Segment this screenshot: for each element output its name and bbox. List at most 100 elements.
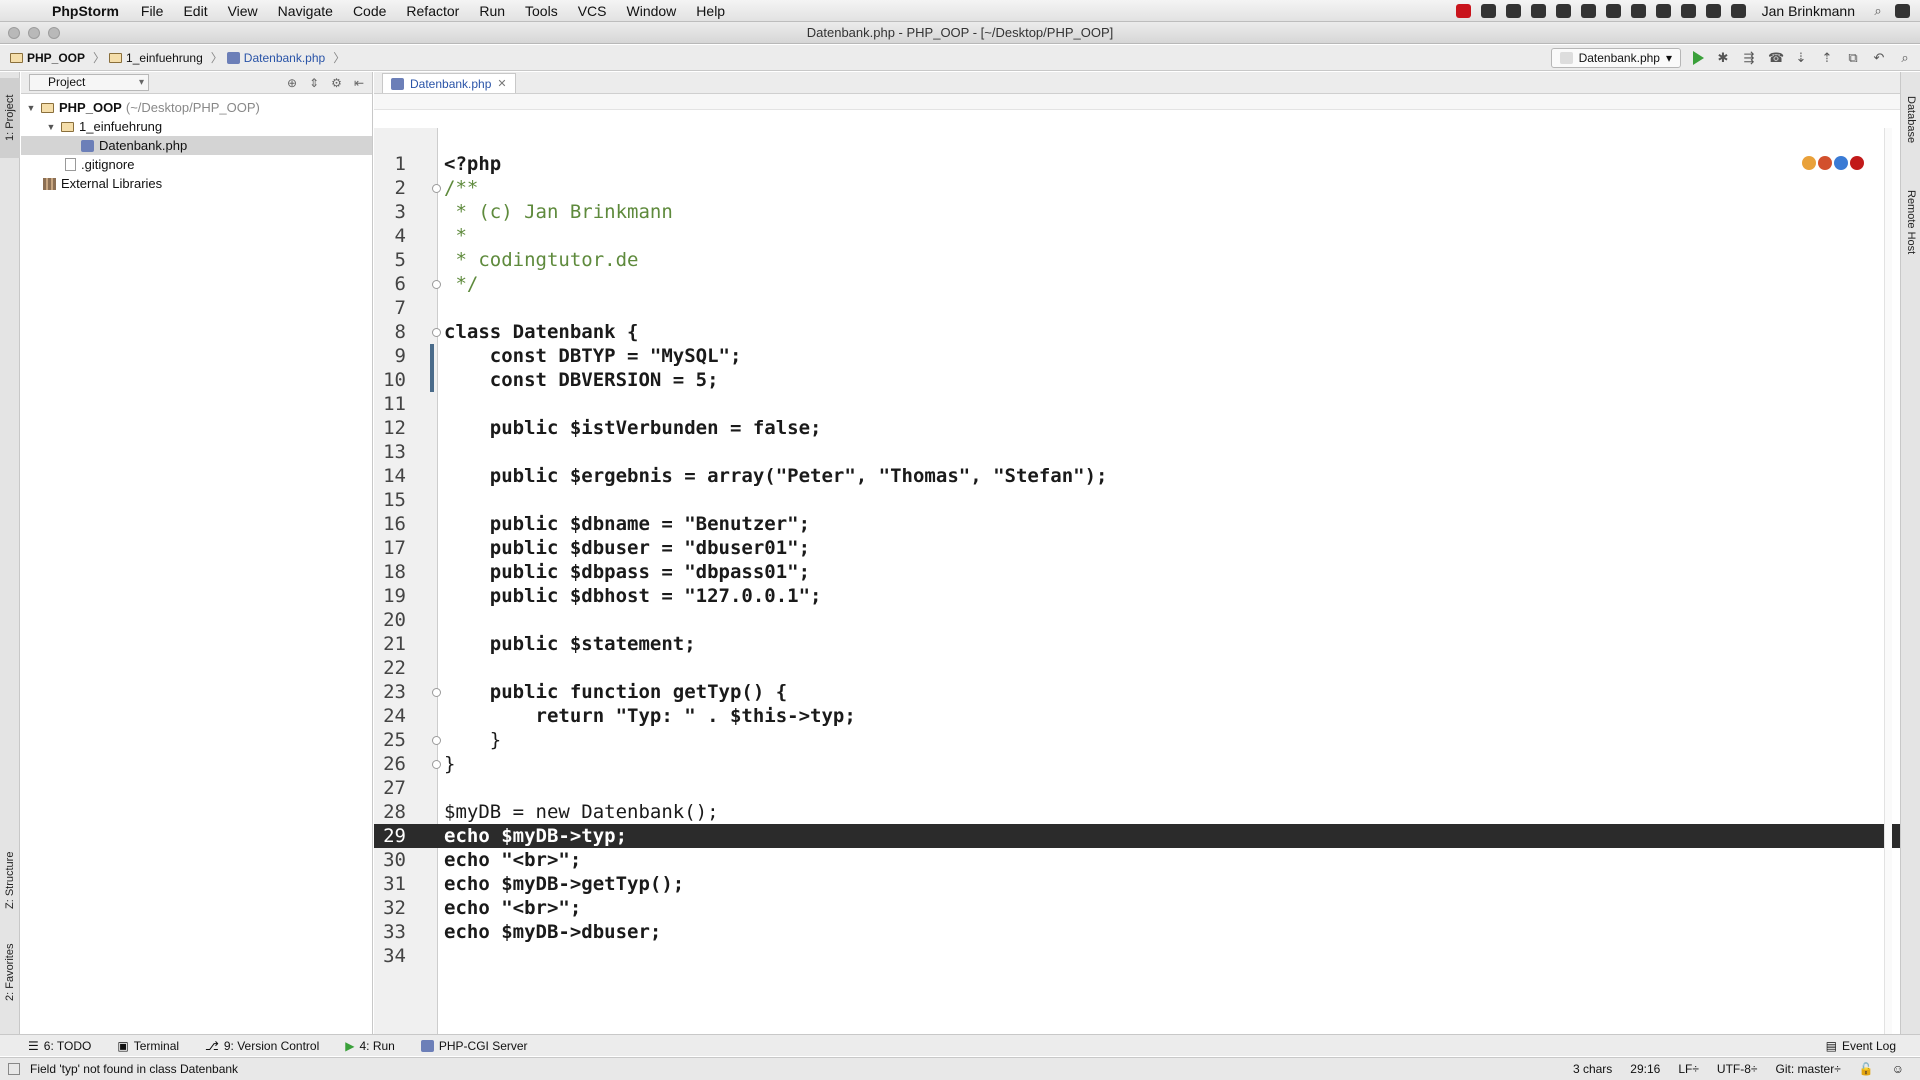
step-icon[interactable]: ⇶	[1742, 51, 1756, 65]
code-line[interactable]: 14 public $ergebnis = array("Peter", "Th…	[374, 464, 1900, 488]
tab-structure[interactable]: Z: Structure	[0, 840, 20, 920]
caret-position[interactable]: 29:16	[1630, 1062, 1660, 1076]
menu-navigate[interactable]: Navigate	[278, 3, 333, 19]
collapse-all-icon[interactable]: ⇕	[309, 76, 319, 90]
lock-icon[interactable]: 🔓	[1859, 1062, 1874, 1076]
tree-item-file-datenbank[interactable]: Datenbank.php	[21, 136, 372, 155]
breadcrumb-file[interactable]: Datenbank.php 〉	[226, 49, 345, 66]
editor-scrollbar[interactable]	[1884, 128, 1892, 1034]
fold-marker-icon[interactable]	[432, 688, 441, 697]
code-line[interactable]: 15	[374, 488, 1900, 512]
editor-tab-datenbank[interactable]: Datenbank.php ✕	[382, 73, 516, 93]
hide-panel-icon[interactable]: ⇤	[354, 76, 364, 90]
code-line[interactable]: 17 public $dbuser = "dbuser01";	[374, 536, 1900, 560]
code-line[interactable]: 22	[374, 656, 1900, 680]
code-line[interactable]: 6 */	[374, 272, 1900, 296]
code-line[interactable]: 10 const DBVERSION = 5;	[374, 368, 1900, 392]
code-line[interactable]: 23 public function getTyp() {	[374, 680, 1900, 704]
code-line[interactable]: 13	[374, 440, 1900, 464]
menu-tools[interactable]: Tools	[525, 3, 558, 19]
vcs-compare-icon[interactable]: ⧉	[1846, 51, 1860, 65]
tree-item-external-libraries[interactable]: External Libraries	[21, 174, 372, 193]
minimize-window-button[interactable]	[28, 27, 40, 39]
tool-run[interactable]: ▶ 4: Run	[345, 1039, 395, 1053]
menu-vcs[interactable]: VCS	[578, 3, 607, 19]
vcs-change-marker[interactable]	[430, 344, 434, 392]
menu-edit[interactable]: Edit	[183, 3, 207, 19]
code-line[interactable]: 7	[374, 296, 1900, 320]
code-line[interactable]: 16 public $dbname = "Benutzer";	[374, 512, 1900, 536]
fold-marker-icon[interactable]	[432, 760, 441, 769]
code-line[interactable]: 4 *	[374, 224, 1900, 248]
code-line[interactable]: 19 public $dbhost = "127.0.0.1";	[374, 584, 1900, 608]
menu-file[interactable]: File	[141, 3, 164, 19]
menu-window[interactable]: Window	[627, 3, 677, 19]
vcs-commit-icon[interactable]: ⇡	[1820, 51, 1834, 65]
menu-view[interactable]: View	[228, 3, 258, 19]
code-area[interactable]: 1 <?php 2/** 3 * (c) Jan Brinkmann 4 * 5 * co…	[374, 128, 1900, 1034]
code-line[interactable]: 33 echo $myDB->dbuser;	[374, 920, 1900, 944]
breadcrumb-project[interactable]: PHP_OOP 〉	[10, 49, 105, 66]
recording-icon[interactable]	[1455, 4, 1471, 18]
run-configuration-select[interactable]: Datenbank.php ▾	[1550, 48, 1681, 68]
firefox-icon[interactable]	[1818, 156, 1832, 170]
code-line[interactable]: 3 * (c) Jan Brinkmann	[374, 200, 1900, 224]
code-line[interactable]: 31 echo $myDB->getTyp();	[374, 872, 1900, 896]
code-line[interactable]: 21 public $statement;	[374, 632, 1900, 656]
tool-terminal[interactable]: ▣ Terminal	[117, 1039, 179, 1053]
tab-favorites[interactable]: 2: Favorites	[0, 932, 20, 1012]
code-line[interactable]: 34	[374, 944, 1900, 968]
vcs-update-icon[interactable]: ⇣	[1794, 51, 1808, 65]
expand-arrow-icon[interactable]: ▼	[45, 122, 57, 132]
breadcrumb-folder[interactable]: 1_einfuehrung 〉	[109, 49, 223, 66]
revert-icon[interactable]: ↶	[1872, 51, 1886, 65]
code-line[interactable]: 24 return "Typ: " . $this->typ;	[374, 704, 1900, 728]
code-line[interactable]: 26}	[374, 752, 1900, 776]
fold-marker-icon[interactable]	[432, 184, 441, 193]
tree-item-project-root[interactable]: ▼ PHP_OOP (~/Desktop/PHP_OOP)	[21, 98, 372, 117]
dropbox-icon[interactable]	[1480, 4, 1496, 18]
menu-help[interactable]: Help	[696, 3, 725, 19]
listen-debug-icon[interactable]: ☎	[1768, 51, 1784, 65]
close-tab-icon[interactable]: ✕	[497, 77, 506, 90]
code-line[interactable]: 27	[374, 776, 1900, 800]
eye-icon[interactable]	[1655, 4, 1671, 18]
code-line[interactable]: 25 }	[374, 728, 1900, 752]
fold-marker-icon[interactable]	[432, 736, 441, 745]
expand-arrow-icon[interactable]: ▼	[25, 103, 37, 113]
menu-run[interactable]: Run	[479, 3, 505, 19]
code-line[interactable]: 32 echo "<br>";	[374, 896, 1900, 920]
app-menu[interactable]: PhpStorm	[52, 3, 119, 19]
menu-code[interactable]: Code	[353, 3, 386, 19]
close-window-button[interactable]	[8, 27, 20, 39]
tree-item-folder[interactable]: ▼ 1_einfuehrung	[21, 117, 372, 136]
line-separator-select[interactable]: LF÷	[1678, 1062, 1699, 1076]
inspector-icon[interactable]: ☺	[1892, 1062, 1904, 1076]
tool-version-control[interactable]: ⎇ 9: Version Control	[205, 1039, 319, 1053]
menu-refactor[interactable]: Refactor	[406, 3, 459, 19]
time-machine-icon[interactable]	[1730, 4, 1746, 18]
code-line[interactable]: 2 /**	[374, 176, 1900, 200]
tab-remote-host[interactable]: Remote Host	[1901, 172, 1920, 272]
code-line[interactable]: 9 const DBTYP = "MySQL";	[374, 344, 1900, 368]
code-line[interactable]: 30 echo "<br>";	[374, 848, 1900, 872]
zoom-window-button[interactable]	[48, 27, 60, 39]
safari-icon[interactable]	[1834, 156, 1848, 170]
code-line[interactable]: 1 <?php	[374, 152, 1900, 176]
search-everywhere-icon[interactable]: ⌕	[1898, 51, 1912, 65]
tool-php-cgi-server[interactable]: PHP-CGI Server	[420, 1039, 528, 1053]
spotlight-search-icon[interactable]: ⌕	[1871, 4, 1885, 18]
drive-icon[interactable]	[1530, 4, 1546, 18]
scroll-from-source-icon[interactable]: ⊕	[287, 76, 297, 90]
gear-icon[interactable]: ⚙	[331, 76, 342, 90]
fold-marker-icon[interactable]	[432, 280, 441, 289]
code-line[interactable]: 11	[374, 392, 1900, 416]
code-line[interactable]: 29 echo $myDB->typ;	[374, 824, 1900, 848]
tree-item-file-gitignore[interactable]: .gitignore	[21, 155, 372, 174]
evernote-icon[interactable]	[1580, 4, 1596, 18]
code-line[interactable]: 20	[374, 608, 1900, 632]
code-line[interactable]: 12 public $istVerbunden = false;	[374, 416, 1900, 440]
opera-icon[interactable]	[1850, 156, 1864, 170]
notifications-icon[interactable]	[1895, 4, 1910, 18]
code-line[interactable]: 5 * codingtutor.de	[374, 248, 1900, 272]
